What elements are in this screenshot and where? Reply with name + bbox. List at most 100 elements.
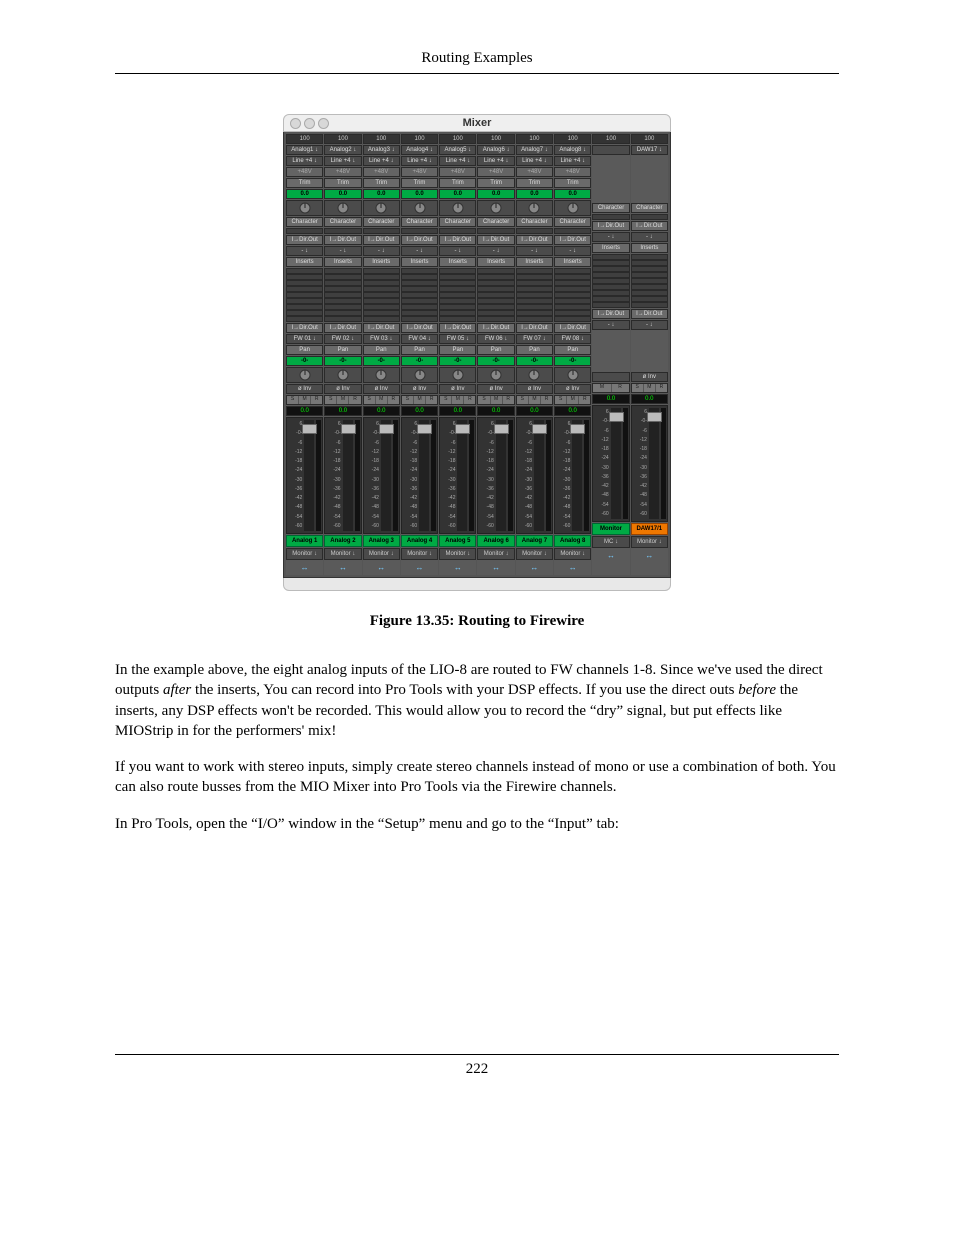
output-selector[interactable]: Monitor ↓: [439, 548, 476, 560]
source-selector[interactable]: DAW17 ↓: [631, 145, 668, 155]
phantom-power-button[interactable]: +48V: [363, 167, 400, 177]
record-button[interactable]: R: [349, 396, 360, 404]
channel-name[interactable]: Analog 1: [286, 535, 323, 547]
post-direct-out-selector[interactable]: FW 03 ↓: [363, 334, 400, 344]
insert-slot[interactable]: [516, 316, 553, 322]
insert-slot[interactable]: [439, 316, 476, 322]
channel-name[interactable]: Analog 2: [324, 535, 361, 547]
solo-button[interactable]: S: [364, 396, 376, 404]
line-level-selector[interactable]: Line +4 ↓: [324, 156, 361, 166]
trim-knob[interactable]: [516, 200, 553, 216]
output-selector[interactable]: Monitor ↓: [286, 548, 323, 560]
record-button[interactable]: R: [656, 384, 667, 392]
character-slot[interactable]: [631, 214, 668, 220]
channel-name[interactable]: Analog 3: [363, 535, 400, 547]
stereo-link-icon[interactable]: ↔: [439, 561, 476, 575]
solo-button[interactable]: S: [478, 396, 490, 404]
fader-track[interactable]: [649, 408, 659, 519]
post-direct-out-selector[interactable]: FW 02 ↓: [324, 334, 361, 344]
character-slot[interactable]: [286, 228, 323, 234]
output-selector[interactable]: Monitor ↓: [363, 548, 400, 560]
record-button[interactable]: R: [541, 396, 552, 404]
fader-cap[interactable]: [532, 424, 547, 434]
trim-knob[interactable]: [477, 200, 514, 216]
fader-cap[interactable]: [494, 424, 509, 434]
source-selector[interactable]: Analog4 ↓: [401, 145, 438, 155]
phantom-power-button[interactable]: +48V: [286, 167, 323, 177]
fader[interactable]: 6-0--6-12-18-24-30-36-42-48-54-60: [631, 405, 668, 522]
stereo-link-icon[interactable]: ↔: [631, 549, 668, 563]
pre-direct-out-selector[interactable]: - ↓: [401, 246, 438, 256]
post-direct-out-selector[interactable]: FW 01 ↓: [286, 334, 323, 344]
stereo-link-icon[interactable]: ↔: [554, 561, 591, 575]
trim-value[interactable]: 0.0: [554, 189, 591, 199]
output-selector[interactable]: Monitor ↓: [324, 548, 361, 560]
character-slot[interactable]: [439, 228, 476, 234]
fader-value[interactable]: 0.0: [363, 406, 400, 416]
fader[interactable]: 6-0--6-12-18-24-30-36-42-48-54-60: [324, 417, 361, 534]
channel-name[interactable]: Analog 7: [516, 535, 553, 547]
minimize-icon[interactable]: [304, 118, 315, 129]
channel-name[interactable]: DAW17/1: [631, 523, 668, 535]
insert-slot[interactable]: [631, 302, 668, 308]
record-button[interactable]: R: [426, 396, 437, 404]
character-slot[interactable]: [401, 228, 438, 234]
fader[interactable]: 6-0--6-12-18-24-30-36-42-48-54-60: [401, 417, 438, 534]
fader-cap[interactable]: [302, 424, 317, 434]
post-direct-out-selector[interactable]: FW 07 ↓: [516, 334, 553, 344]
solo-button[interactable]: S: [632, 384, 644, 392]
pre-direct-out-selector[interactable]: - ↓: [439, 246, 476, 256]
mute-button[interactable]: M: [414, 396, 426, 404]
fader-cap[interactable]: [570, 424, 585, 434]
record-button[interactable]: R: [311, 396, 322, 404]
insert-slot[interactable]: [554, 316, 591, 322]
zoom-icon[interactable]: [318, 118, 329, 129]
mute-button[interactable]: M: [376, 396, 388, 404]
trim-knob[interactable]: [439, 200, 476, 216]
mute-button[interactable]: M: [567, 396, 579, 404]
pan-knob[interactable]: [401, 367, 438, 383]
source-selector[interactable]: Analog5 ↓: [439, 145, 476, 155]
trim-value[interactable]: 0.0: [286, 189, 323, 199]
fader[interactable]: 6-0--6-12-18-24-30-36-42-48-54-60: [286, 417, 323, 534]
phantom-power-button[interactable]: +48V: [516, 167, 553, 177]
pan-knob[interactable]: [324, 367, 361, 383]
fader-value[interactable]: 0.0: [477, 406, 514, 416]
stereo-link-icon[interactable]: ↔: [286, 561, 323, 575]
post-direct-out-selector[interactable]: FW 06 ↓: [477, 334, 514, 344]
pan-knob[interactable]: [286, 367, 323, 383]
source-selector[interactable]: Analog6 ↓: [477, 145, 514, 155]
source-selector[interactable]: Analog3 ↓: [363, 145, 400, 155]
pan-value[interactable]: -0-: [286, 356, 323, 366]
fader-cap[interactable]: [647, 412, 662, 422]
solo-button[interactable]: S: [555, 396, 567, 404]
character-slot[interactable]: [324, 228, 361, 234]
polarity-invert-button[interactable]: ø Inv: [324, 384, 361, 394]
solo-button[interactable]: S: [440, 396, 452, 404]
trim-knob[interactable]: [363, 200, 400, 216]
insert-slot[interactable]: [324, 316, 361, 322]
insert-slot[interactable]: [592, 302, 629, 308]
pan-value[interactable]: -0-: [477, 356, 514, 366]
character-slot[interactable]: [363, 228, 400, 234]
polarity-invert-button[interactable]: ø Inv: [286, 384, 323, 394]
mute-button[interactable]: M: [299, 396, 311, 404]
mute-button[interactable]: M: [644, 384, 656, 392]
pan-knob[interactable]: [363, 367, 400, 383]
stereo-link-icon[interactable]: ↔: [363, 561, 400, 575]
record-button[interactable]: R: [503, 396, 514, 404]
polarity-invert-button[interactable]: ø Inv: [477, 384, 514, 394]
fader[interactable]: 6-0--6-12-18-24-30-36-42-48-54-60: [439, 417, 476, 534]
trim-knob[interactable]: [554, 200, 591, 216]
pre-direct-out-selector[interactable]: - ↓: [554, 246, 591, 256]
fader[interactable]: 6-0--6-12-18-24-30-36-42-48-54-60: [592, 405, 629, 522]
fader-value[interactable]: 0.0: [401, 406, 438, 416]
pan-value[interactable]: -0-: [516, 356, 553, 366]
pan-value[interactable]: -0-: [439, 356, 476, 366]
output-selector[interactable]: Monitor ↓: [554, 548, 591, 560]
record-button[interactable]: R: [388, 396, 399, 404]
trim-value[interactable]: 0.0: [324, 189, 361, 199]
pan-knob[interactable]: [554, 367, 591, 383]
fader[interactable]: 6-0--6-12-18-24-30-36-42-48-54-60: [477, 417, 514, 534]
channel-name[interactable]: Analog 5: [439, 535, 476, 547]
